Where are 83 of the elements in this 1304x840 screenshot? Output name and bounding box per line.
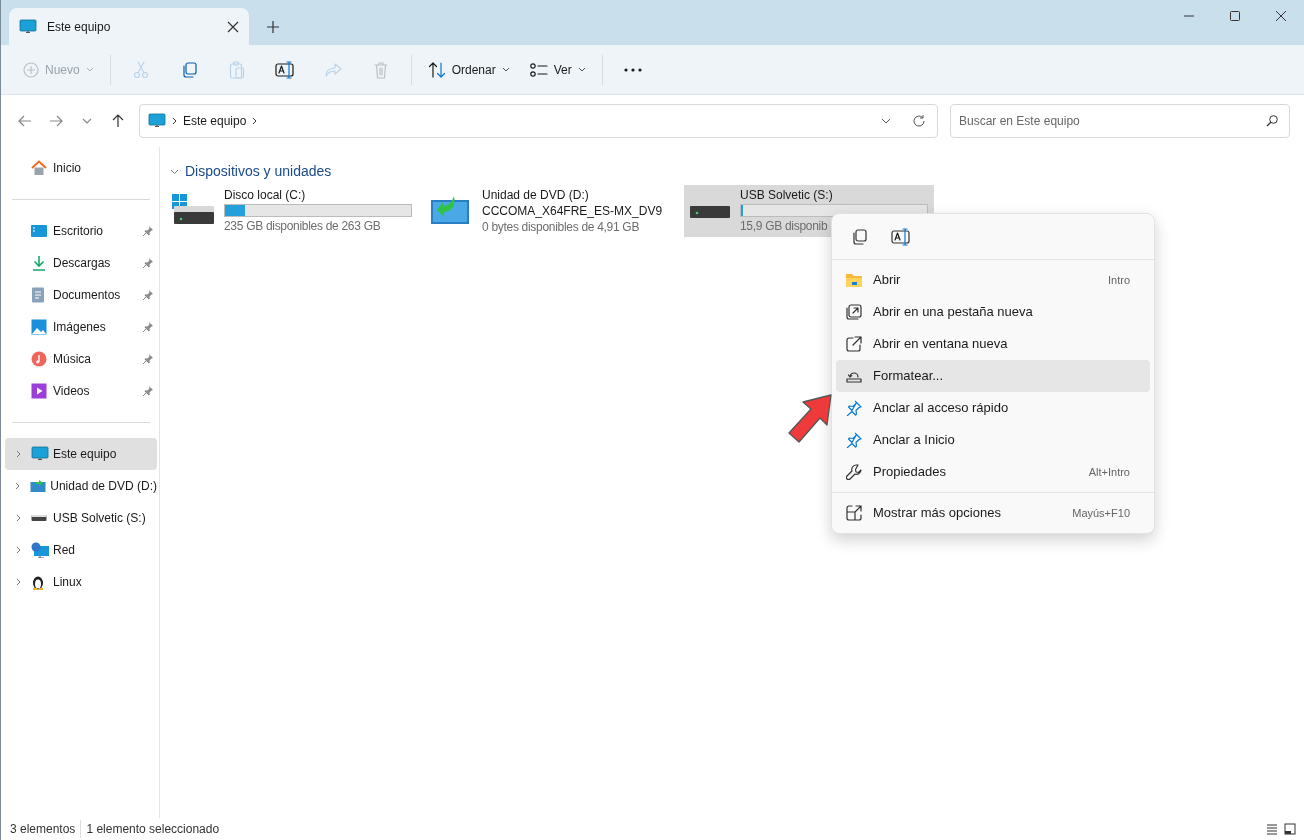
desktop-icon	[31, 224, 47, 238]
drive-name: Unidad de DVD (D:)	[482, 187, 590, 203]
status-text: 1 elemento seleccionado	[80, 820, 225, 838]
close-icon[interactable]	[227, 20, 239, 33]
volume-label: CCCOMA_X64FRE_ES-MX_DV9	[482, 203, 663, 219]
penguin-icon	[31, 574, 45, 590]
drive-tile[interactable]: Disco local (C:) 235 GB disponibles de 263 GB	[168, 185, 418, 237]
search-field[interactable]: Buscar en Este equipo	[950, 104, 1290, 138]
sidebar-item[interactable]: Imágenes	[5, 311, 157, 343]
sidebar-item[interactable]: Videos	[5, 375, 157, 407]
tab-title: Este equipo	[47, 18, 112, 36]
tiles-view-icon[interactable]	[1284, 823, 1296, 835]
free-space-text: 0 bytes disponibles de 4,91 GB	[482, 219, 641, 235]
chevron-right-icon[interactable]	[15, 450, 21, 458]
address-bar[interactable]: Este equipo	[139, 104, 938, 138]
picture-icon	[31, 319, 47, 335]
free-space-text: 235 GB disponibles de 263 GB	[224, 218, 382, 234]
shortcut-text: Alt+Intro	[1088, 464, 1131, 480]
up-icon[interactable]	[110, 114, 125, 128]
chevron-right-icon[interactable]	[15, 578, 21, 586]
tab[interactable]: Este equipo	[9, 8, 249, 45]
chevron-right-icon[interactable]	[15, 546, 21, 554]
sort-button[interactable]: Ordenar	[417, 51, 520, 88]
menu-item[interactable]: Formatear...	[836, 360, 1150, 392]
chevron-right-icon	[252, 117, 258, 125]
sidebar-item[interactable]: Unidad de DVD (D:)	[5, 470, 157, 502]
status-text: 3 elementos	[9, 821, 77, 838]
close-icon[interactable]	[1276, 11, 1286, 21]
pointer-arrow	[787, 393, 835, 445]
copy-icon	[850, 227, 868, 246]
chevron-right-icon[interactable]	[14, 482, 20, 490]
music-icon	[31, 351, 47, 367]
document-icon	[31, 287, 45, 303]
chevron-down-icon[interactable]	[881, 118, 891, 124]
caret-icon	[501, 67, 510, 72]
back-icon[interactable]	[17, 114, 32, 128]
add-tab-icon[interactable]	[267, 20, 279, 33]
drive-name: Disco local (C:)	[224, 187, 307, 203]
details-view-icon[interactable]	[1266, 823, 1278, 835]
section-header[interactable]: Dispositivos y unidades	[185, 160, 332, 182]
video-icon	[31, 383, 47, 399]
chevron-right-icon[interactable]	[15, 514, 21, 522]
shortcut-text: Intro	[1108, 272, 1131, 288]
computer-icon	[31, 446, 49, 462]
search-icon[interactable]	[1266, 115, 1278, 127]
disc-drive-icon	[430, 194, 470, 226]
breadcrumb[interactable]: Este equipo	[183, 112, 247, 130]
pin-icon	[846, 400, 862, 416]
sidebar-item[interactable]: Escritorio	[5, 215, 157, 247]
new-tab-icon	[846, 304, 862, 320]
disc-drive-icon	[29, 479, 46, 493]
view-button[interactable]: Ver	[519, 51, 596, 88]
sidebar-item[interactable]: Inicio	[5, 152, 157, 184]
refresh-icon[interactable]	[913, 115, 925, 127]
sidebar-item[interactable]: Este equipo	[5, 438, 157, 470]
drive-name: USB Solvetic (S:)	[740, 187, 834, 203]
computer-icon	[19, 18, 37, 35]
sidebar-item[interactable]: USB Solvetic (S:)	[5, 502, 157, 534]
sidebar-item[interactable]: Descargas	[5, 247, 157, 279]
home-icon	[31, 160, 47, 176]
expand-icon	[846, 505, 862, 521]
shortcut-text: Mayús+F10	[1072, 505, 1131, 521]
caret-icon	[577, 67, 586, 72]
drive-tile[interactable]: Unidad de DVD (D:) CCCOMA_X64FRE_ES-MX_DV9 0 bytes disponibles de 4,91 GB	[426, 185, 676, 237]
chevron-right-icon	[172, 117, 177, 125]
wrench-icon	[846, 464, 862, 480]
sidebar-item[interactable]: Documentos	[5, 279, 157, 311]
sidebar-item[interactable]: Música	[5, 343, 157, 375]
drive-icon	[31, 514, 47, 522]
folder-icon	[846, 273, 862, 287]
pin-icon	[846, 432, 862, 448]
forward-icon[interactable]	[48, 114, 63, 128]
download-icon	[31, 255, 47, 271]
free-space-text: 15,9 GB disponib	[740, 218, 829, 234]
hard-drive-icon	[172, 194, 216, 226]
computer-icon	[148, 113, 166, 129]
network-icon	[31, 542, 49, 558]
maximize-icon[interactable]	[1230, 11, 1240, 21]
sidebar-item[interactable]: Linux	[5, 566, 157, 598]
caret-icon	[85, 67, 94, 72]
open-external-icon	[846, 336, 862, 352]
sidebar-item[interactable]: Red	[5, 534, 157, 566]
rename-icon	[891, 227, 911, 246]
